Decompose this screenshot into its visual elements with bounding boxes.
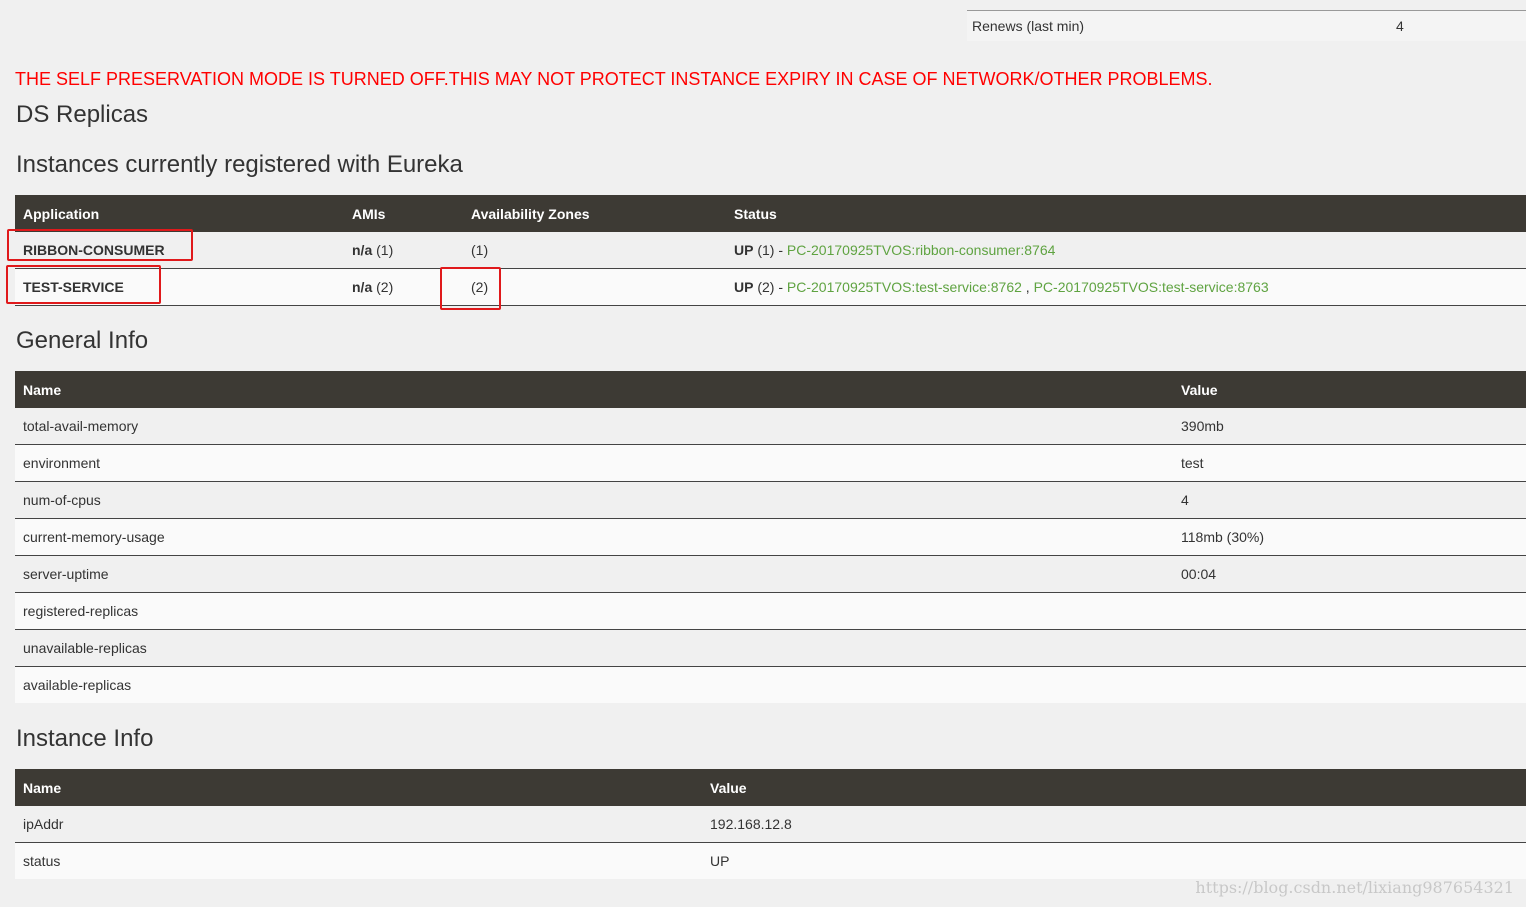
info-name: status bbox=[15, 842, 702, 879]
general-info-table: Name Value total-avail-memory 390mb envir… bbox=[15, 371, 1526, 703]
info-name: registered-replicas bbox=[15, 592, 1173, 630]
status-count: (1) - bbox=[757, 242, 787, 258]
info-value: UP bbox=[702, 842, 1526, 879]
table-row: unavailable-replicas bbox=[15, 629, 1526, 667]
instance-link[interactable]: PC-20170925TVOS:ribbon-consumer:8764 bbox=[787, 242, 1056, 258]
table-row: registered-replicas bbox=[15, 592, 1526, 630]
table-row: num-of-cpus 4 bbox=[15, 481, 1526, 519]
amis-na: n/a bbox=[352, 242, 373, 258]
info-value: 00:04 bbox=[1173, 555, 1526, 593]
availability-zones: (2) bbox=[463, 268, 726, 306]
renews-label: Renews (last min) bbox=[972, 18, 1085, 34]
instances-heading: Instances currently registered with Eure… bbox=[16, 151, 463, 178]
status-cell: UP (2) - PC-20170925TVOS:test-service:87… bbox=[726, 268, 1526, 306]
table-row: ipAddr 192.168.12.8 bbox=[15, 806, 1526, 843]
table-row: status UP bbox=[15, 842, 1526, 879]
self-preservation-warning: THE SELF PRESERVATION MODE IS TURNED OFF… bbox=[15, 69, 1213, 89]
status-up: UP bbox=[734, 279, 754, 295]
table-row: environment test bbox=[15, 444, 1526, 482]
column-header-name: Name bbox=[15, 371, 1173, 408]
table-row: current-memory-usage 118mb (30%) bbox=[15, 518, 1526, 556]
instance-info-table: Name Value ipAddr 192.168.12.8 status UP bbox=[15, 769, 1526, 879]
amis-cell: n/a (2) bbox=[344, 268, 463, 306]
status-up: UP bbox=[734, 242, 754, 258]
instance-link[interactable]: PC-20170925TVOS:test-service:8763 bbox=[1034, 279, 1269, 295]
table-row: RIBBON-CONSUMER n/a (1) (1) UP (1) - PC-… bbox=[15, 232, 1526, 269]
instances-header-row: Application AMIs Availability Zones Stat… bbox=[15, 195, 1526, 232]
info-name: total-avail-memory bbox=[15, 408, 1173, 445]
table-row: available-replicas bbox=[15, 666, 1526, 703]
status-cell: UP (1) - PC-20170925TVOS:ribbon-consumer… bbox=[726, 232, 1526, 269]
info-name: current-memory-usage bbox=[15, 518, 1173, 556]
info-name: num-of-cpus bbox=[15, 481, 1173, 519]
status-count: (2) - bbox=[757, 279, 787, 295]
instance-info-header-row: Name Value bbox=[15, 769, 1526, 806]
info-name: ipAddr bbox=[15, 806, 702, 843]
info-value bbox=[1173, 629, 1526, 667]
general-info-heading: General Info bbox=[16, 327, 149, 354]
ds-replicas-heading: DS Replicas bbox=[16, 101, 149, 128]
table-row: server-uptime 00:04 bbox=[15, 555, 1526, 593]
info-value: 118mb (30%) bbox=[1173, 518, 1526, 556]
column-header-availability-zones: Availability Zones bbox=[463, 195, 726, 232]
amis-count: (2) bbox=[376, 279, 394, 295]
renews-value: 4 bbox=[1396, 18, 1404, 34]
info-name: environment bbox=[15, 444, 1173, 482]
availability-zones: (1) bbox=[463, 232, 726, 269]
instances-table: Application AMIs Availability Zones Stat… bbox=[15, 195, 1526, 306]
renews-row: Renews (last min) 4 bbox=[967, 10, 1526, 41]
info-value: 390mb bbox=[1173, 408, 1526, 445]
column-header-status: Status bbox=[726, 195, 1526, 232]
column-header-value: Value bbox=[702, 769, 1526, 806]
info-value bbox=[1173, 666, 1526, 703]
info-name: server-uptime bbox=[15, 555, 1173, 593]
general-info-header-row: Name Value bbox=[15, 371, 1526, 408]
instance-link[interactable]: PC-20170925TVOS:test-service:8762 bbox=[787, 279, 1022, 295]
info-value: 192.168.12.8 bbox=[702, 806, 1526, 843]
amis-na: n/a bbox=[352, 279, 373, 295]
column-header-application: Application bbox=[15, 195, 344, 232]
column-header-amis: AMIs bbox=[344, 195, 463, 232]
column-header-name: Name bbox=[15, 769, 702, 806]
table-row: TEST-SERVICE n/a (2) (2) UP (2) - PC-201… bbox=[15, 268, 1526, 306]
info-value: 4 bbox=[1173, 481, 1526, 519]
info-name: available-replicas bbox=[15, 666, 1173, 703]
column-header-value: Value bbox=[1173, 371, 1526, 408]
watermark: https://blog.csdn.net/lixiang987654321 bbox=[1195, 878, 1514, 897]
application-name: RIBBON-CONSUMER bbox=[15, 232, 344, 269]
amis-cell: n/a (1) bbox=[344, 232, 463, 269]
info-value: test bbox=[1173, 444, 1526, 482]
instance-info-heading: Instance Info bbox=[16, 725, 154, 752]
amis-count: (1) bbox=[376, 242, 394, 258]
info-value bbox=[1173, 592, 1526, 630]
application-name: TEST-SERVICE bbox=[15, 268, 344, 306]
table-row: total-avail-memory 390mb bbox=[15, 408, 1526, 445]
info-name: unavailable-replicas bbox=[15, 629, 1173, 667]
